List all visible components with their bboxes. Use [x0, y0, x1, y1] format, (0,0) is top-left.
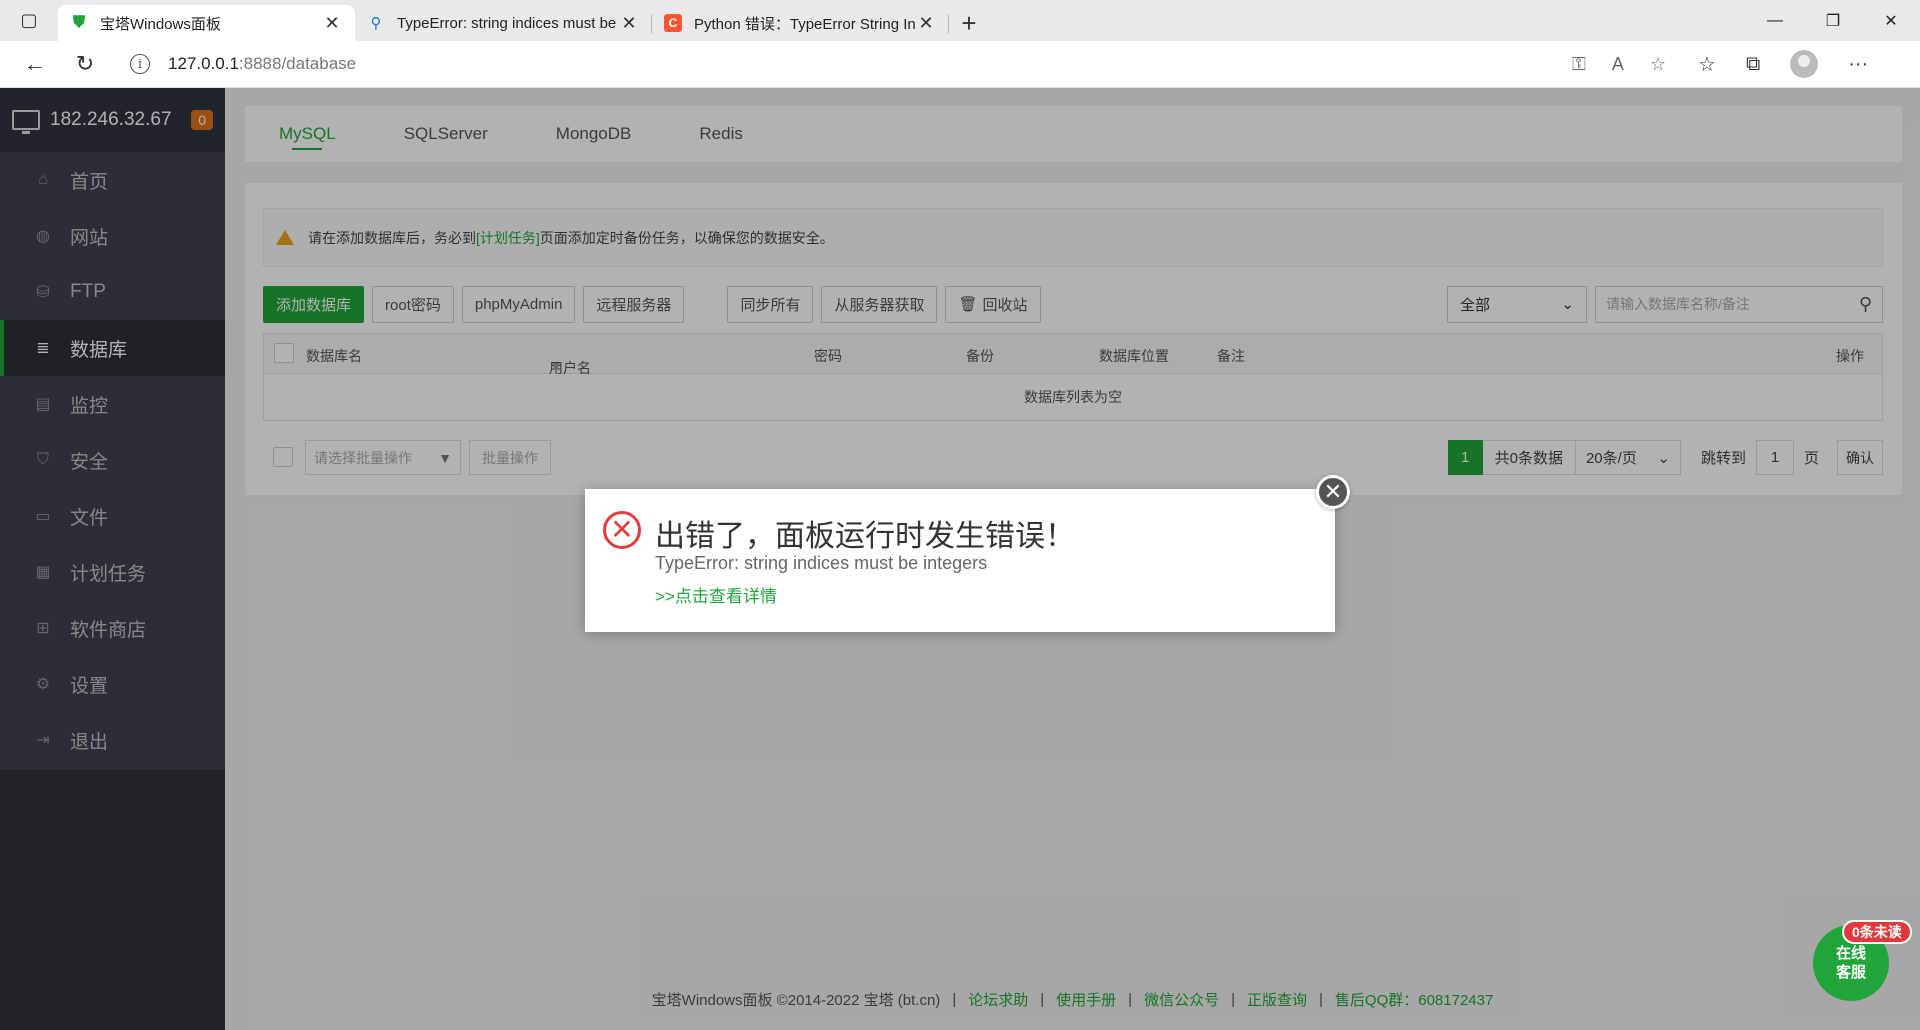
favorites-icon[interactable]: ☆ [1698, 52, 1716, 77]
url-tools: ⚿ A ☆ [1572, 54, 1666, 75]
unread-badge: 0条未读 [1842, 920, 1912, 944]
minimize-icon[interactable]: — [1746, 0, 1804, 41]
tab-actions-icon[interactable]: ▢ [0, 0, 58, 41]
chat-line2: 客服 [1835, 964, 1866, 981]
back-arrow-icon[interactable]: ← [10, 44, 60, 84]
url-host: 127.0.0.1 [168, 54, 239, 73]
error-message: TypeError: string indices must be intege… [655, 553, 988, 573]
tab-title: Python 错误：TypeError String In [694, 15, 915, 33]
tab-close-icon[interactable]: ✕ [321, 13, 343, 34]
new-tab-button[interactable]: + [949, 5, 989, 41]
chat-line1: 在线 [1835, 945, 1866, 962]
address-bar: ← ↻ i 127.0.0.1:8888/database ⚿ A ☆ ☆ ⧉ … [0, 41, 1920, 88]
error-dialog: ✕ 出错了，面板运行时发生错误！ TypeError: string indic… [585, 489, 1335, 632]
more-menu-icon[interactable]: ··· [1848, 53, 1868, 76]
restore-icon[interactable]: ❐ [1804, 0, 1862, 41]
tab-close-icon[interactable]: ✕ [618, 13, 640, 34]
tab-title: TypeError: string indices must be [397, 14, 617, 32]
browser-tab-search[interactable]: ⚲ TypeError: string indices must be ✕ [355, 5, 652, 41]
close-window-icon[interactable]: ✕ [1862, 0, 1920, 41]
csdn-logo-icon: C [664, 14, 682, 32]
browser-tab-csdn[interactable]: C Python 错误：TypeError String In ✕ [652, 5, 949, 41]
read-aloud-icon[interactable]: A [1612, 54, 1624, 75]
refresh-icon[interactable]: ↻ [60, 44, 110, 84]
dialog-close-icon[interactable]: ✕ [1316, 475, 1350, 509]
profile-avatar[interactable] [1790, 50, 1819, 78]
info-icon[interactable]: i [130, 54, 150, 74]
tab-title: 宝塔Windows面板 [100, 15, 221, 33]
tab-close-icon[interactable]: ✕ [915, 13, 937, 34]
window-controls: — ❐ ✕ [1746, 0, 1920, 41]
url-field[interactable]: i 127.0.0.1:8888/database ⚿ A ☆ [118, 45, 1678, 83]
error-title: 出错了，面板运行时发生错误！ [655, 520, 1075, 553]
error-details-link[interactable]: >>点击查看详情 [655, 582, 777, 607]
search-icon: ⚲ [370, 15, 382, 32]
collections-icon[interactable]: ⧉ [1746, 53, 1760, 76]
key-icon[interactable]: ⚿ [1572, 54, 1586, 75]
bt-shield-icon: ⛊ [72, 14, 85, 31]
favorite-add-icon[interactable]: ☆ [1650, 54, 1666, 75]
browser-tab-bt-panel[interactable]: ⛊ 宝塔Windows面板 ✕ [58, 5, 355, 41]
browser-toolbar: ☆ ⧉ ··· [1698, 50, 1868, 78]
url-text[interactable]: 127.0.0.1:8888/database [168, 54, 356, 74]
url-path: :8888/database [238, 54, 357, 73]
error-x-icon: ✕ [603, 511, 641, 549]
browser-tab-bar: ▢ ⛊ 宝塔Windows面板 ✕ ⚲ TypeError: string in… [0, 0, 1920, 41]
